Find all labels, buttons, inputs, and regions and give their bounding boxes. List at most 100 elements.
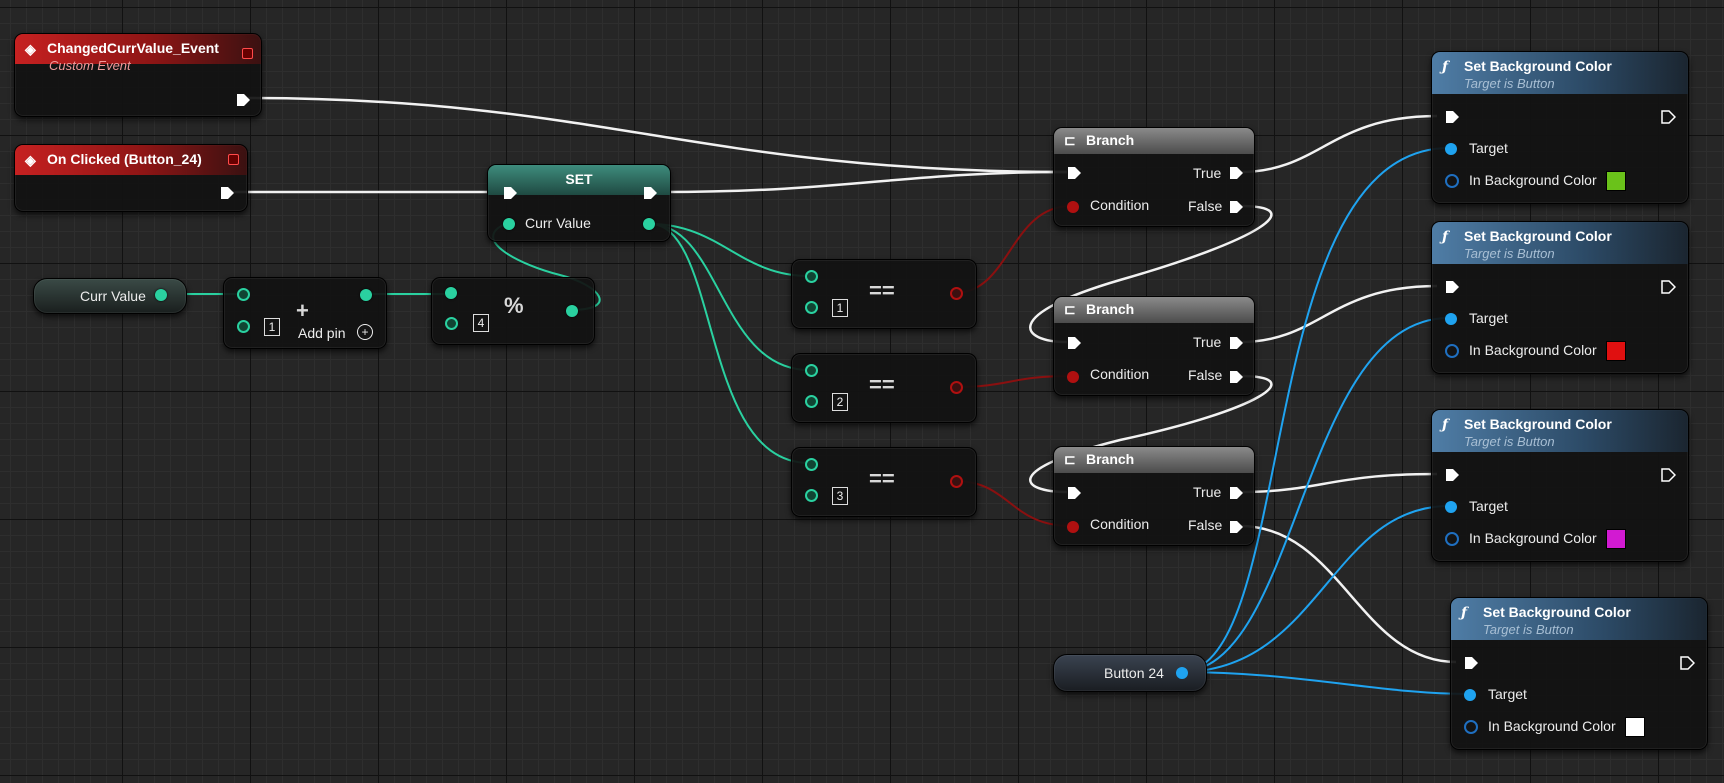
color-in-pin[interactable] (1445, 532, 1459, 546)
var-label: Button 24 (1104, 665, 1164, 681)
condition-pin[interactable] (1067, 371, 1079, 383)
exec-in-pin[interactable] (1066, 485, 1082, 501)
node-title: Branch (1086, 451, 1135, 467)
target-pin[interactable] (1445, 143, 1457, 155)
int-out-pin[interactable] (643, 218, 655, 230)
int-out-pin[interactable] (360, 289, 372, 301)
set-bg-color-node-1[interactable]: ƒ Set Background Color Target is Button … (1431, 51, 1689, 204)
exec-out-pin[interactable] (1660, 279, 1676, 295)
exec-out-pin[interactable] (1679, 655, 1695, 671)
add-node[interactable]: 1 + Add pin + (223, 277, 387, 349)
pin-value-field[interactable]: 4 (473, 314, 489, 332)
exec-out-pin[interactable] (1660, 467, 1676, 483)
int-in-pin-b[interactable] (805, 489, 818, 502)
node-title: Set Background Color (1464, 228, 1612, 244)
node-subtitle: Target is Button (1483, 622, 1574, 637)
int-in-pin-a[interactable] (805, 364, 818, 377)
exec-out-pin[interactable] (235, 92, 251, 108)
exec-false-pin[interactable] (1228, 519, 1244, 535)
exec-in-pin[interactable] (1463, 655, 1479, 671)
int-in-pin-b[interactable] (805, 301, 818, 314)
equals-operator: == (869, 278, 895, 303)
color-in-pin[interactable] (1464, 720, 1478, 734)
exec-in-pin[interactable] (1444, 467, 1460, 483)
exec-true-pin[interactable] (1228, 335, 1244, 351)
exec-out-pin[interactable] (642, 185, 658, 201)
color-swatch[interactable] (1625, 717, 1645, 737)
branch-node-1[interactable]: ⊏ Branch True Condition False (1053, 127, 1255, 227)
var-label: Curr Value (80, 288, 146, 304)
color-in-pin[interactable] (1445, 344, 1459, 358)
exec-true-pin[interactable] (1228, 485, 1244, 501)
pin-value-field[interactable]: 1 (264, 318, 280, 336)
color-swatch[interactable] (1606, 171, 1626, 191)
wire-set-to-branch1 (661, 170, 1068, 194)
int-in-pin-a[interactable] (237, 288, 250, 301)
equals-operator: == (869, 466, 895, 491)
color-label: In Background Color (1488, 718, 1616, 734)
exec-out-pin[interactable] (1660, 109, 1676, 125)
set-bg-color-node-4[interactable]: ƒ Set Background Color Target is Button … (1450, 597, 1708, 750)
pin-value-field[interactable]: 3 (832, 487, 848, 505)
exec-false-pin[interactable] (1228, 199, 1244, 215)
equals-node-1[interactable]: 1 == (791, 259, 977, 329)
int-out-pin[interactable] (155, 289, 167, 301)
target-pin[interactable] (1445, 501, 1457, 513)
add-pin-label[interactable]: Add pin (298, 325, 345, 341)
pin-value-field[interactable]: 1 (832, 299, 848, 317)
exec-in-pin[interactable] (1444, 279, 1460, 295)
node-title: Branch (1086, 301, 1135, 317)
color-swatch[interactable] (1606, 341, 1626, 361)
int-in-pin[interactable] (503, 218, 515, 230)
condition-pin[interactable] (1067, 521, 1079, 533)
add-pin-plus-icon[interactable]: + (357, 324, 373, 340)
delegate-pin[interactable] (242, 48, 253, 59)
equals-node-3[interactable]: 3 == (791, 447, 977, 517)
int-in-pin-b[interactable] (805, 395, 818, 408)
node-title: Set Background Color (1483, 604, 1631, 620)
custom-event-node[interactable]: ◈ ChangedCurrValue_Event Custom Event (14, 33, 262, 117)
diamond-event-icon: ◈ (25, 152, 36, 168)
set-bg-color-node-2[interactable]: ƒ Set Background Color Target is Button … (1431, 221, 1689, 374)
pin-value-field[interactable]: 2 (832, 393, 848, 411)
exec-in-pin[interactable] (1444, 109, 1460, 125)
exec-true-pin[interactable] (1228, 165, 1244, 181)
int-in-pin-a[interactable] (805, 458, 818, 471)
exec-in-pin[interactable] (502, 185, 518, 201)
color-swatch[interactable] (1606, 529, 1626, 549)
branch-node-3[interactable]: ⊏ Branch True Condition False (1053, 446, 1255, 546)
color-label: In Background Color (1469, 530, 1597, 546)
on-clicked-event-node[interactable]: ◈ On Clicked (Button_24) (14, 144, 248, 212)
set-variable-node[interactable]: SET Curr Value (487, 164, 671, 242)
wire-event-to-branch1 (247, 96, 1068, 174)
int-out-pin[interactable] (566, 305, 578, 317)
node-title: Set Background Color (1464, 416, 1612, 432)
exec-in-pin[interactable] (1066, 335, 1082, 351)
function-f-icon: ƒ (1442, 417, 1449, 433)
exec-in-pin[interactable] (1066, 165, 1082, 181)
bool-out-pin[interactable] (950, 475, 963, 488)
button-24-getter[interactable]: Button 24 (1053, 654, 1207, 692)
int-in-pin-a[interactable] (445, 287, 457, 299)
delegate-pin[interactable] (228, 154, 239, 165)
curr-value-getter[interactable]: Curr Value (33, 278, 187, 314)
object-out-pin[interactable] (1176, 667, 1188, 679)
node-header: ƒ Set Background Color Target is Button (1451, 598, 1707, 640)
int-in-pin-a[interactable] (805, 270, 818, 283)
bool-out-pin[interactable] (950, 287, 963, 300)
modulo-node[interactable]: 4 % (431, 277, 595, 345)
node-header: ƒ Set Background Color Target is Button (1432, 410, 1688, 452)
target-pin[interactable] (1464, 689, 1476, 701)
branch-node-2[interactable]: ⊏ Branch True Condition False (1053, 296, 1255, 396)
bool-out-pin[interactable] (950, 381, 963, 394)
int-in-pin-b[interactable] (445, 317, 458, 330)
equals-node-2[interactable]: 2 == (791, 353, 977, 423)
node-title: On Clicked (Button_24) (47, 151, 202, 167)
exec-out-pin[interactable] (219, 185, 235, 201)
int-in-pin-b[interactable] (237, 320, 250, 333)
color-in-pin[interactable] (1445, 174, 1459, 188)
target-pin[interactable] (1445, 313, 1457, 325)
condition-pin[interactable] (1067, 201, 1079, 213)
exec-false-pin[interactable] (1228, 369, 1244, 385)
set-bg-color-node-3[interactable]: ƒ Set Background Color Target is Button … (1431, 409, 1689, 562)
